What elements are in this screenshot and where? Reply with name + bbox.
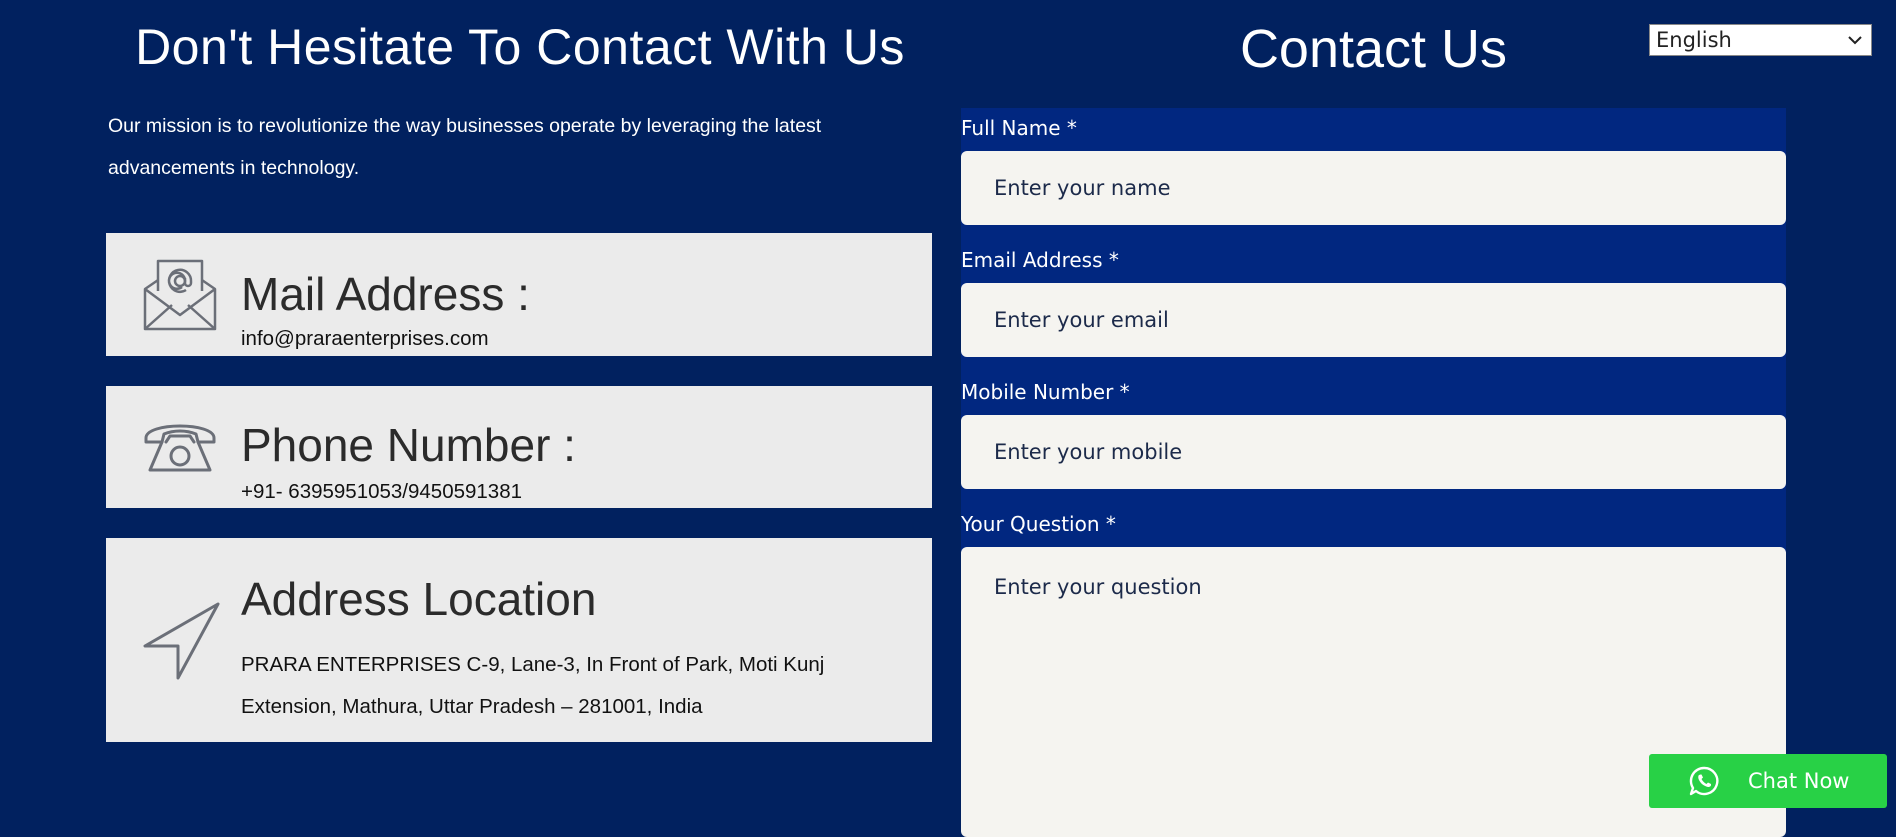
chat-now-label: Chat Now	[1748, 769, 1850, 793]
mail-heading: Mail Address :	[241, 268, 530, 320]
language-selected: English	[1656, 28, 1732, 52]
mail-value[interactable]: info@praraenterprises.com	[241, 327, 489, 351]
phone-card: Phone Number : +91- 6395951053/945059138…	[106, 386, 932, 508]
chat-now-button[interactable]: Chat Now	[1649, 754, 1887, 808]
phone-heading: Phone Number :	[241, 419, 576, 471]
phone-value[interactable]: +91- 6395951053/9450591381	[241, 480, 522, 504]
phone-icon	[142, 416, 218, 481]
mobile-label: Mobile Number *	[961, 380, 1130, 404]
question-label: Your Question *	[961, 512, 1116, 536]
contact-heading: Don't Hesitate To Contact With Us	[135, 19, 905, 75]
full-name-label: Full Name *	[961, 116, 1077, 140]
whatsapp-icon	[1689, 766, 1719, 796]
mission-text: Our mission is to revolutionize the way …	[108, 115, 822, 179]
contact-form: Full Name * Enter your name Email Addres…	[961, 108, 1786, 837]
address-card: Address Location PRARA ENTERPRISES C-9, …	[106, 538, 932, 742]
language-select[interactable]: English	[1649, 24, 1872, 56]
full-name-input[interactable]: Enter your name	[961, 151, 1786, 225]
mail-card: Mail Address : info@praraenterprises.com	[106, 233, 932, 356]
address-heading: Address Location	[241, 573, 597, 625]
mobile-input[interactable]: Enter your mobile	[961, 415, 1786, 489]
location-arrow-icon	[142, 600, 222, 685]
email-label: Email Address *	[961, 248, 1119, 272]
address-value: PRARA ENTERPRISES C-9, Lane-3, In Front …	[241, 653, 825, 718]
email-input[interactable]: Enter your email	[961, 283, 1786, 357]
mail-icon	[142, 259, 218, 336]
chevron-down-icon	[1848, 36, 1862, 45]
